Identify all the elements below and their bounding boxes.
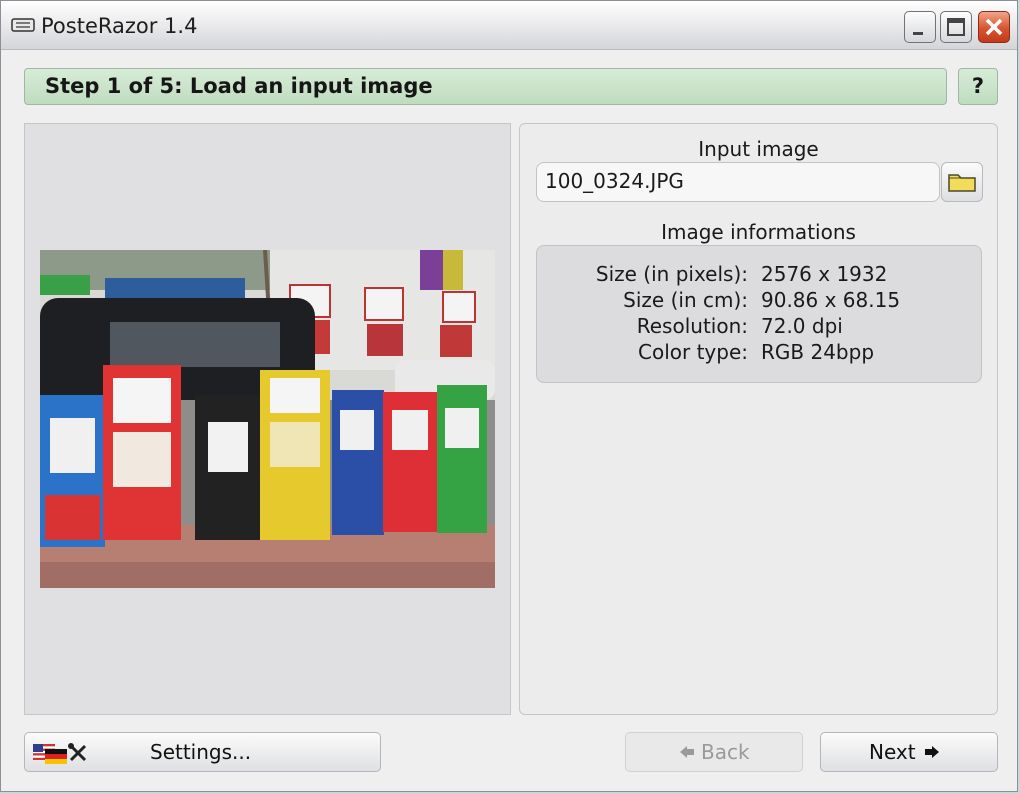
- input-image-label: Input image: [698, 137, 819, 161]
- info-key: Color type:: [638, 340, 748, 364]
- close-icon: [985, 18, 1003, 36]
- open-file-button[interactable]: [941, 162, 983, 202]
- maximize-icon: [947, 18, 965, 36]
- folder-icon: [948, 174, 976, 192]
- help-button[interactable]: ?: [958, 68, 998, 105]
- arrow-left-icon: [680, 746, 694, 758]
- next-button[interactable]: Next: [820, 732, 998, 772]
- image-info-panel: Input image 100_0324.JPG Image informati…: [519, 123, 998, 715]
- input-image-preview: [40, 250, 495, 588]
- step-title: Step 1 of 5: Load an input image: [45, 74, 433, 98]
- input-filename-field[interactable]: 100_0324.JPG: [536, 162, 940, 202]
- maximize-button[interactable]: [940, 11, 972, 43]
- info-value: RGB 24bpp: [761, 340, 875, 364]
- step-header: Step 1 of 5: Load an input image: [24, 68, 947, 105]
- info-value: 90.86 x 68.15: [761, 288, 901, 312]
- info-key: Size (in cm):: [623, 288, 748, 312]
- next-label: Next: [869, 740, 916, 764]
- minimize-button[interactable]: [904, 11, 936, 43]
- info-row-resolution: Resolution: 72.0 dpi: [537, 314, 981, 340]
- image-info-label: Image informations: [661, 220, 856, 244]
- back-button[interactable]: Back: [625, 732, 803, 772]
- back-label: Back: [701, 740, 750, 764]
- info-key: Size (in pixels):: [595, 262, 748, 286]
- title-bar[interactable]: PosteRazor 1.4: [1, 1, 1017, 50]
- info-row-pixels: Size (in pixels): 2576 x 1932: [537, 262, 981, 288]
- window-title: PosteRazor 1.4: [41, 14, 198, 38]
- info-value: 2576 x 1932: [761, 262, 888, 286]
- tools-icon: [68, 743, 87, 762]
- app-window: PosteRazor 1.4 Step 1 of 5: Load an inpu…: [0, 0, 1018, 792]
- settings-label: Settings...: [150, 740, 252, 764]
- minimize-icon: [913, 32, 923, 35]
- flag-germany-icon: [45, 749, 67, 764]
- settings-button[interactable]: Settings...: [24, 732, 381, 772]
- info-row-cm: Size (in cm): 90.86 x 68.15: [537, 288, 981, 314]
- info-key: Resolution:: [636, 314, 748, 338]
- app-icon: [11, 18, 35, 32]
- image-preview-panel: [24, 123, 511, 715]
- image-info-box: Size (in pixels): 2576 x 1932 Size (in c…: [536, 245, 982, 383]
- info-row-color-type: Color type: RGB 24bpp: [537, 340, 981, 366]
- close-button[interactable]: [978, 11, 1010, 43]
- arrow-right-icon: [925, 746, 939, 758]
- info-value: 72.0 dpi: [761, 314, 843, 338]
